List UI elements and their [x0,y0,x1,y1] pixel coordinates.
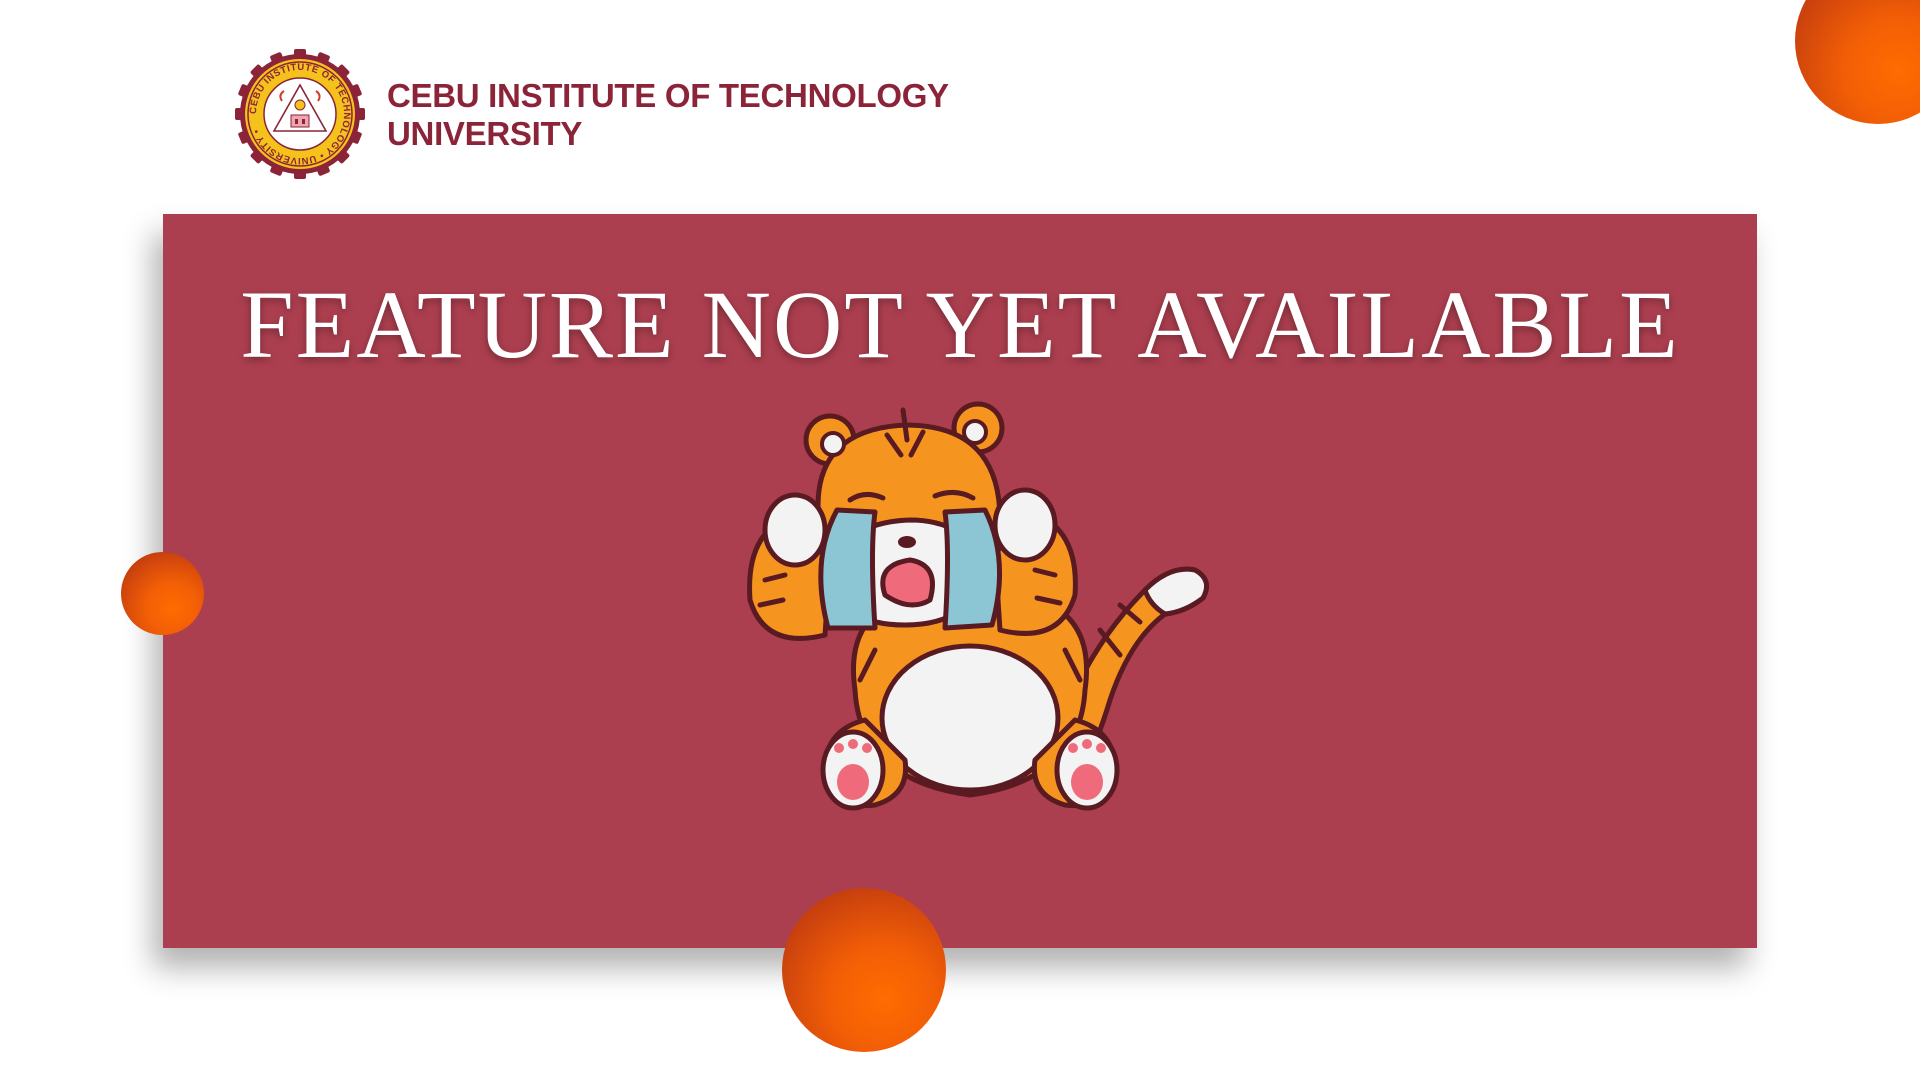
crying-tiger-icon [747,401,1210,811]
university-name-line1: CEBU INSTITUTE OF TECHNOLOGY [387,77,949,114]
university-logo: CEBU INSTITUTE OF TECHNOLOGY • UNIVERSIT… [235,49,365,179]
university-name-line2: UNIVERSITY [387,115,583,152]
university-name: CEBU INSTITUTE OF TECHNOLOGY UNIVERSITY [387,77,949,153]
page-headline: FEATURE NOT YET AVAILABLE [240,271,1680,378]
decorative-orb-left [121,552,204,635]
university-seal-icon: CEBU INSTITUTE OF TECHNOLOGY • UNIVERSIT… [235,49,365,179]
decorative-orb-bottom [782,888,946,1052]
decorative-orb-top-right [1795,0,1920,124]
crying-tiger-illustration [725,400,1215,830]
